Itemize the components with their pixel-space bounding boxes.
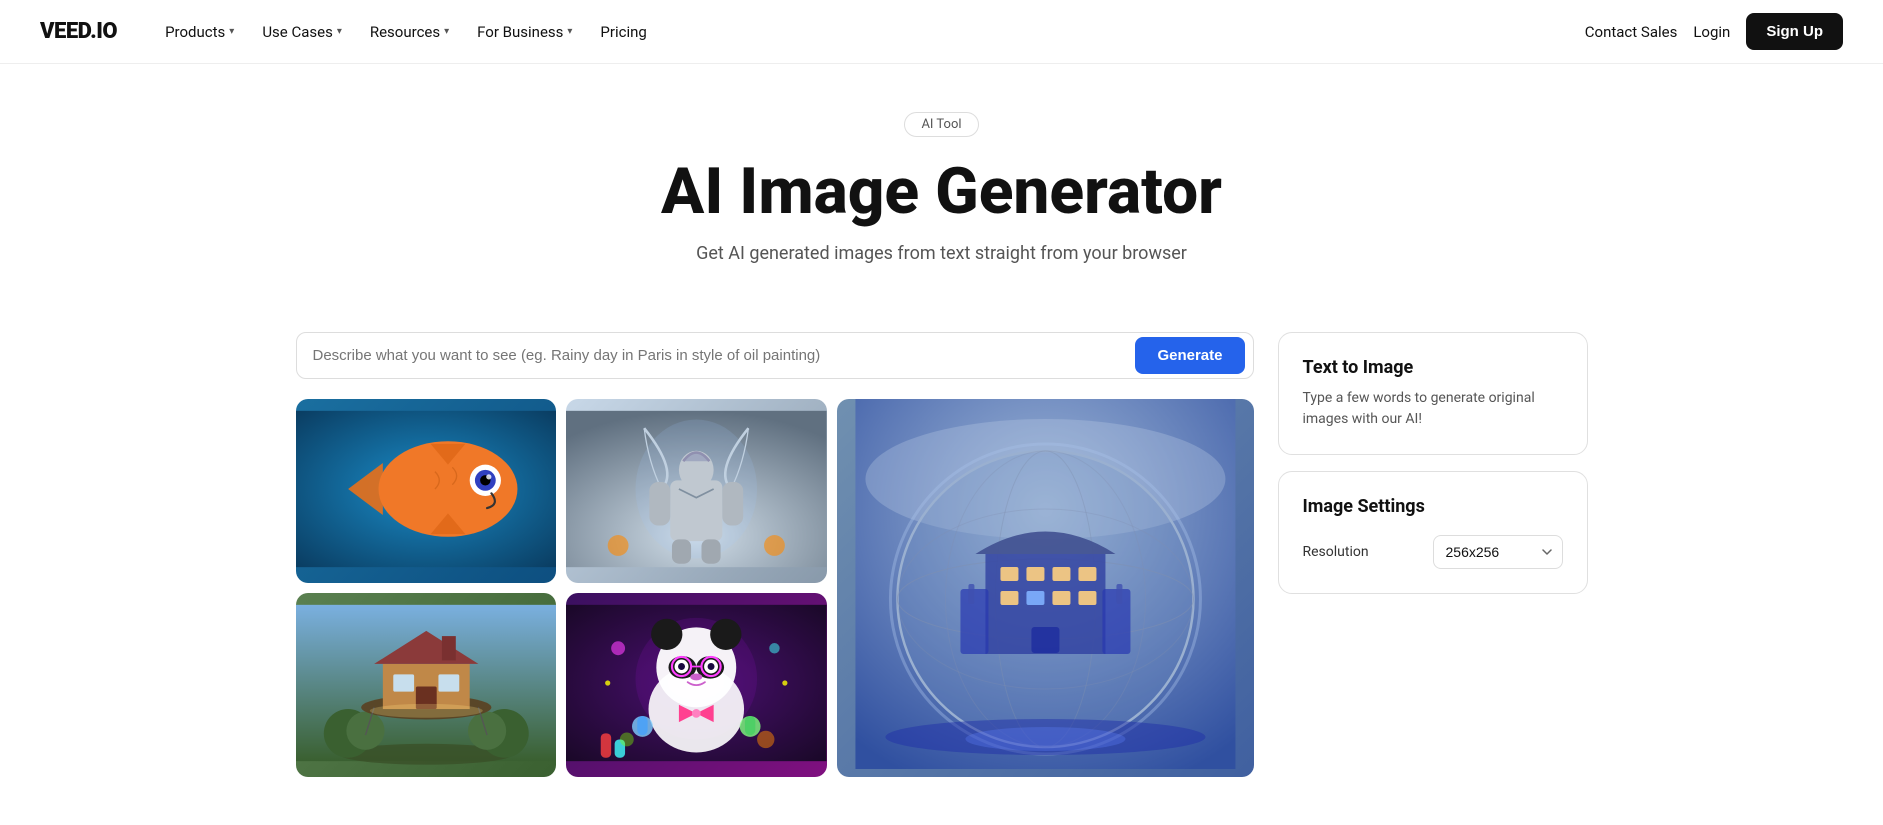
nav-pricing-label: Pricing <box>600 23 646 41</box>
page-title: AI Image Generator <box>20 157 1863 227</box>
hero-badge: AI Tool <box>904 112 978 137</box>
hero-subtitle: Get AI generated images from text straig… <box>20 243 1863 264</box>
resolution-row: Resolution 256x256 512x512 1024x1024 <box>1303 535 1563 569</box>
nav-resources[interactable]: Resources ▾ <box>358 15 461 49</box>
left-panel: Generate <box>296 332 1254 777</box>
chevron-down-icon: ▾ <box>337 26 342 37</box>
text-to-image-title: Text to Image <box>1303 357 1563 378</box>
image-settings-title: Image Settings <box>1303 496 1563 517</box>
brand-logo[interactable]: VEED.IO <box>40 19 117 44</box>
login-link[interactable]: Login <box>1693 23 1730 41</box>
right-panel: Text to Image Type a few words to genera… <box>1278 332 1588 777</box>
nav-products-label: Products <box>165 23 225 41</box>
prompt-input[interactable] <box>313 333 1136 378</box>
resolution-select[interactable]: 256x256 512x512 1024x1024 <box>1433 535 1563 569</box>
image-grid <box>296 399 1254 777</box>
main-content: Generate <box>272 332 1612 817</box>
nav-products[interactable]: Products ▾ <box>153 15 246 49</box>
nav-pricing[interactable]: Pricing <box>588 15 658 49</box>
contact-sales-link[interactable]: Contact Sales <box>1585 23 1678 41</box>
image-settings-card: Image Settings Resolution 256x256 512x51… <box>1278 471 1588 594</box>
hero-section: AI Tool AI Image Generator Get AI genera… <box>0 64 1883 332</box>
nav-right: Contact Sales Login Sign Up <box>1585 13 1843 50</box>
nav-links: Products ▾ Use Cases ▾ Resources ▾ For B… <box>153 15 1585 49</box>
nav-use-cases[interactable]: Use Cases ▾ <box>250 15 354 49</box>
resolution-label: Resolution <box>1303 544 1369 560</box>
image-globe[interactable] <box>837 399 1254 777</box>
nav-for-business[interactable]: For Business ▾ <box>465 15 584 49</box>
text-to-image-card: Text to Image Type a few words to genera… <box>1278 332 1588 455</box>
chevron-down-icon: ▾ <box>444 26 449 37</box>
nav-use-cases-label: Use Cases <box>262 23 333 41</box>
signup-button[interactable]: Sign Up <box>1746 13 1843 50</box>
search-bar: Generate <box>296 332 1254 379</box>
image-house[interactable] <box>296 593 557 777</box>
generate-button[interactable]: Generate <box>1135 337 1244 374</box>
image-warrior[interactable] <box>566 399 827 583</box>
image-fish[interactable] <box>296 399 557 583</box>
chevron-down-icon: ▾ <box>567 26 572 37</box>
nav-for-business-label: For Business <box>477 23 563 41</box>
text-to-image-desc: Type a few words to generate original im… <box>1303 388 1563 430</box>
chevron-down-icon: ▾ <box>229 26 234 37</box>
navbar: VEED.IO Products ▾ Use Cases ▾ Resources… <box>0 0 1883 64</box>
nav-resources-label: Resources <box>370 23 440 41</box>
image-panda[interactable] <box>566 593 827 777</box>
